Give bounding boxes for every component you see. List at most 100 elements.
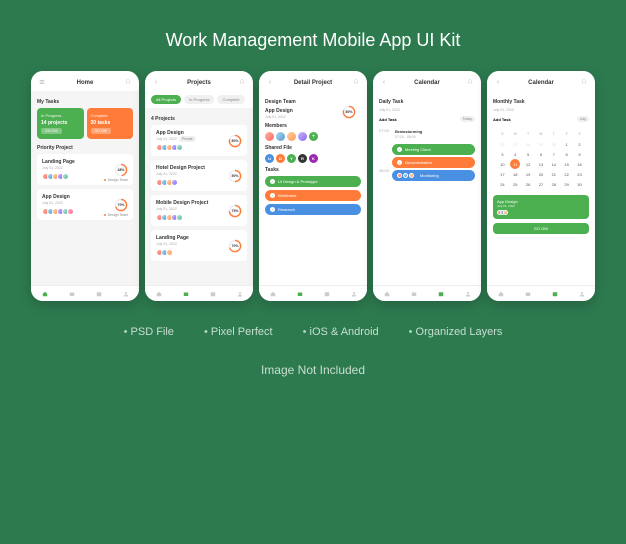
file-icon[interactable]: U	[265, 154, 274, 163]
projects-title: Projects	[187, 80, 211, 86]
my-tasks-label: My Tasks	[37, 99, 133, 105]
nav-home-icon[interactable]	[270, 291, 276, 297]
in-progress-card[interactable]: In Progress 14 projects GO ON!	[37, 108, 84, 139]
nav-folder-icon[interactable]	[411, 291, 417, 297]
project-card[interactable]: App Design July 01, 2022Private 80%	[151, 125, 247, 156]
task-pill[interactable]: ✓Wireframe	[265, 190, 361, 201]
complete-card[interactable]: Complete 30 tasks GO ON!	[87, 108, 134, 139]
add-task-label: Add Task	[493, 117, 511, 122]
footer-note: Image Not Included	[0, 348, 626, 377]
nav-calendar-icon[interactable]	[210, 291, 216, 297]
member-avatar[interactable]	[265, 132, 274, 141]
add-member-button[interactable]: +	[309, 132, 318, 141]
nav-folder-icon[interactable]	[69, 291, 75, 297]
go-on-button[interactable]: GO ON!	[41, 128, 62, 134]
project-card[interactable]: Hotel Design Project July 01, 2022 50%	[151, 160, 247, 191]
nav-profile-icon[interactable]	[123, 291, 129, 297]
add-task-label: Add Task	[379, 117, 397, 122]
bell-icon[interactable]	[125, 79, 131, 87]
screen-daily: Calendar Daily Task July 01, 2022 Add Ta…	[373, 71, 481, 301]
nav-profile-icon[interactable]	[465, 291, 471, 297]
bottom-nav	[373, 285, 481, 301]
member-avatar[interactable]	[276, 132, 285, 141]
screen-detail: Detail Project Design Team App Design Ju…	[259, 71, 367, 301]
nav-profile-icon[interactable]	[237, 291, 243, 297]
screens-row: Home My Tasks In Progress 14 projects GO…	[0, 71, 626, 301]
july-pill[interactable]: July	[577, 116, 589, 122]
nav-folder-icon[interactable]	[525, 291, 531, 297]
bell-icon[interactable]	[581, 79, 587, 87]
feature-item: iOS & Android	[303, 326, 379, 338]
timeline-event[interactable]: Monitoring	[392, 170, 475, 181]
home-title: Home	[77, 80, 94, 86]
detail-title: Detail Project	[294, 80, 332, 86]
back-icon[interactable]	[381, 79, 387, 87]
projects-count: 4 Projects	[151, 116, 247, 122]
features-list: PSD File Pixel Perfect iOS & Android Org…	[0, 301, 626, 348]
task-pill[interactable]: ✓UI Design & Prototype	[265, 176, 361, 187]
nav-profile-icon[interactable]	[351, 291, 357, 297]
bottom-nav	[31, 285, 139, 301]
menu-icon[interactable]	[39, 79, 45, 87]
project-card[interactable]: App Design July 01, 2022 70% Design Team	[37, 189, 133, 220]
nav-folder-icon[interactable]	[183, 291, 189, 297]
priority-label: Priority Project	[37, 145, 133, 151]
daily-title: Calendar	[414, 80, 440, 86]
nav-calendar-icon[interactable]	[324, 291, 330, 297]
nav-home-icon[interactable]	[498, 291, 504, 297]
nav-profile-icon[interactable]	[579, 291, 585, 297]
timeline-event[interactable]: ✓Documentation	[392, 157, 475, 168]
bell-icon[interactable]	[353, 79, 359, 87]
bottom-nav	[487, 285, 595, 301]
nav-calendar-icon[interactable]	[438, 291, 444, 297]
tab-progress[interactable]: In Progress	[184, 95, 214, 104]
monthly-heading: Monthly Task	[493, 99, 589, 105]
tab-all[interactable]: All Projects	[151, 95, 181, 104]
nav-calendar-icon[interactable]	[552, 291, 558, 297]
file-icon[interactable]: R	[298, 154, 307, 163]
month-calendar[interactable]: SMTWTFS 262728293012 3456789 10111213141…	[493, 126, 589, 192]
progress-ring: 48%	[114, 163, 128, 177]
nav-home-icon[interactable]	[156, 291, 162, 297]
progress-ring: 70%	[114, 198, 128, 212]
tab-complete[interactable]: Complete	[217, 95, 244, 104]
file-icon[interactable]: K	[309, 154, 318, 163]
bottom-nav	[259, 285, 367, 301]
file-icon[interactable]: D	[276, 154, 285, 163]
nav-folder-icon[interactable]	[297, 291, 303, 297]
back-icon[interactable]	[495, 79, 501, 87]
private-badge: Private	[179, 136, 196, 142]
bell-icon[interactable]	[239, 79, 245, 87]
member-avatar[interactable]	[287, 132, 296, 141]
daily-heading: Daily Task	[379, 99, 475, 105]
timeline-event[interactable]: ✓Meeting Client	[392, 144, 475, 155]
feature-item: Pixel Perfect	[204, 326, 273, 338]
nav-home-icon[interactable]	[384, 291, 390, 297]
screen-home: Home My Tasks In Progress 14 projects GO…	[31, 71, 139, 301]
members-label: Members	[265, 123, 361, 129]
nav-calendar-icon[interactable]	[96, 291, 102, 297]
project-tabs: All Projects In Progress Complete	[145, 91, 253, 108]
screen-monthly: Calendar Monthly Task July 01, 2022 Add …	[487, 71, 595, 301]
team-badge: Design Team	[104, 178, 128, 182]
project-card[interactable]: Landing Page July 01, 2022 70%	[151, 230, 247, 261]
feature-item: PSD File	[124, 326, 174, 338]
today-pill[interactable]: Today	[460, 116, 475, 122]
member-avatar[interactable]	[298, 132, 307, 141]
team-badge: Design Team	[104, 213, 128, 217]
tasks-label: Tasks	[265, 167, 361, 173]
go-on-button[interactable]: GO ON!	[91, 128, 112, 134]
task-pill[interactable]: ✓Research	[265, 204, 361, 215]
back-icon[interactable]	[267, 79, 273, 87]
back-icon[interactable]	[153, 79, 159, 87]
project-card[interactable]: Mobile Design Project July 01, 2022 75%	[151, 195, 247, 226]
shared-label: Shared File	[265, 145, 361, 151]
bell-icon[interactable]	[467, 79, 473, 87]
go-on-button[interactable]: GO ON!	[493, 223, 589, 234]
event-card[interactable]: App Design July 01, 2022	[493, 195, 589, 219]
calendar-active-day: 11	[510, 159, 520, 169]
nav-home-icon[interactable]	[42, 291, 48, 297]
file-icon[interactable]: Y	[287, 154, 296, 163]
project-card[interactable]: Landing Page July 01, 2022 48% Design Te…	[37, 154, 133, 185]
timeline-event[interactable]: Brainstorming 07:15 - 08:00	[392, 126, 475, 142]
